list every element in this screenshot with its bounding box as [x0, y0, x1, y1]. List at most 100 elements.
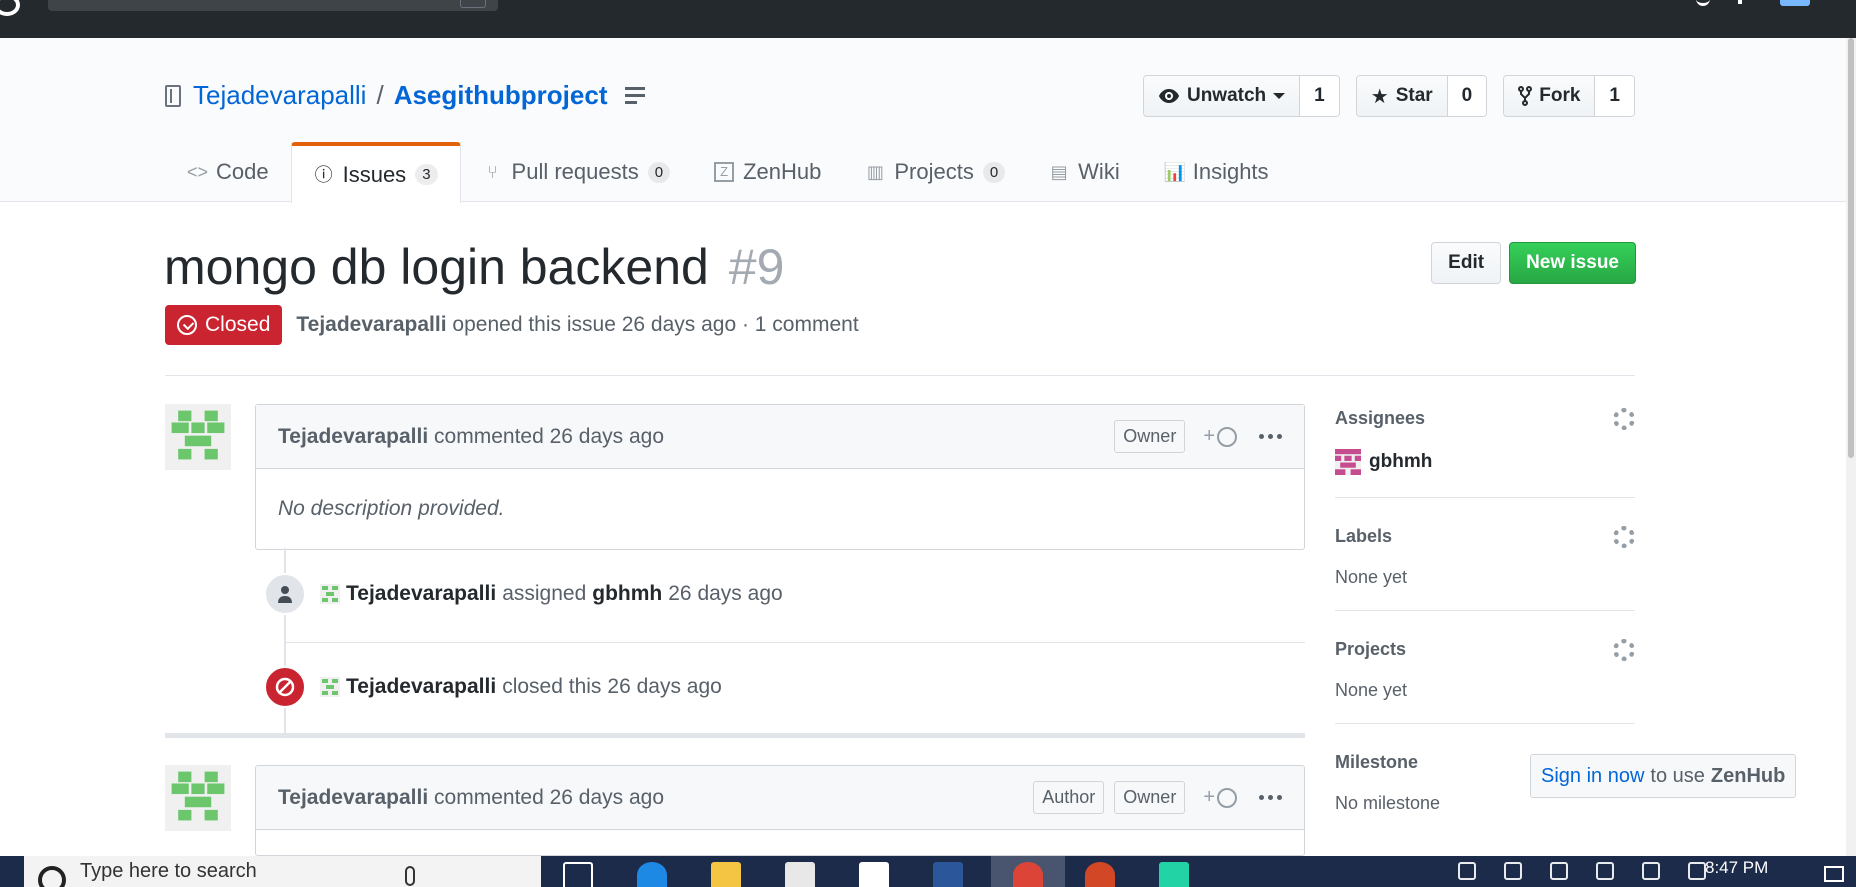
tab-wiki[interactable]: ▤ Wiki	[1027, 142, 1142, 202]
gear-icon[interactable]	[1613, 408, 1635, 430]
comment-header: Tejadevarapalli commented 26 days ago Au…	[256, 766, 1304, 830]
word-icon[interactable]	[933, 862, 963, 887]
issue-header-actions: Edit New issue	[1431, 242, 1636, 284]
circle-slash-icon	[264, 666, 306, 708]
unwatch-button[interactable]: Unwatch	[1143, 76, 1301, 116]
tab-pull-requests[interactable]: ⑂ Pull requests 0	[461, 142, 693, 202]
event-actor-link[interactable]: Tejadevarapalli	[346, 582, 496, 606]
gear-icon[interactable]	[1613, 639, 1635, 661]
mail-icon[interactable]	[859, 862, 889, 887]
issue-author-link[interactable]: Tejadevarapalli	[296, 313, 446, 336]
taskbar-clock[interactable]: 8:47 PM	[1705, 858, 1768, 878]
smiley-icon	[1217, 426, 1237, 447]
tab-projects[interactable]: ▥ Projects 0	[843, 142, 1027, 202]
event-divider	[286, 642, 1305, 643]
taskbar-search-box[interactable]: Type here to search	[24, 856, 541, 887]
labels-value: None yet	[1335, 567, 1408, 587]
event-time[interactable]: 26 days ago	[607, 675, 721, 699]
add-reaction-button[interactable]: +	[1203, 786, 1237, 809]
repo-owner-link[interactable]: Tejadevarapalli	[193, 80, 366, 111]
avatar[interactable]	[165, 765, 231, 831]
site-search-input[interactable]	[48, 0, 498, 11]
microphone-icon[interactable]	[405, 866, 415, 886]
forks-count[interactable]: 1	[1595, 76, 1634, 116]
sidebar-assignees-title: Assignees	[1335, 408, 1426, 428]
repo-separator: /	[376, 80, 384, 110]
event-verb: assigned	[502, 582, 587, 605]
eye-icon	[1158, 89, 1179, 103]
sidebar-labels-title: Labels	[1335, 526, 1393, 546]
action-center-icon[interactable]	[1824, 866, 1844, 882]
avatar[interactable]	[320, 677, 340, 697]
avatar	[1335, 449, 1361, 475]
webstorm-icon[interactable]	[1159, 862, 1189, 887]
fork-label: Fork	[1539, 85, 1581, 106]
code-icon: <>	[187, 162, 209, 182]
header-divider	[165, 375, 1635, 376]
sidebar-projects: Projects None yet	[1335, 639, 1635, 724]
watchers-count[interactable]: 1	[1300, 76, 1339, 116]
new-issue-button[interactable]: New issue	[1509, 242, 1636, 284]
add-reaction-button[interactable]: +	[1203, 425, 1237, 448]
identicon-avatar	[165, 404, 231, 470]
wifi-icon[interactable]	[1596, 862, 1614, 880]
zenhub-menu-icon[interactable]	[625, 87, 646, 104]
tab-code-label: Code	[216, 159, 269, 184]
repo-name-link[interactable]: Asegithubproject	[394, 80, 608, 111]
event-assignee-link[interactable]: gbhmh	[592, 582, 662, 606]
gear-icon[interactable]	[1613, 526, 1635, 548]
event-time[interactable]: 26 days ago	[668, 582, 782, 606]
fork-button[interactable]: Fork	[1504, 76, 1596, 116]
comment-author-link[interactable]: Tejadevarapalli	[278, 786, 428, 810]
new-menu-icon[interactable]	[1738, 0, 1742, 4]
state-badge: Closed	[165, 305, 283, 345]
file-explorer-icon[interactable]	[711, 862, 741, 887]
chrome-icon[interactable]	[1013, 862, 1043, 887]
stargazers-count[interactable]: 0	[1447, 76, 1487, 116]
timeline-thick-divider	[165, 733, 1305, 738]
tab-issues[interactable]: ⓘ Issues 3	[290, 142, 461, 203]
scrollbar-thumb[interactable]	[1848, 38, 1854, 458]
task-view-icon[interactable]	[563, 862, 593, 887]
issue-opened-text: opened this issue 26 days ago · 1 commen…	[452, 313, 859, 336]
site-header	[0, 0, 1856, 38]
battery-icon[interactable]	[1550, 862, 1568, 880]
vertical-scrollbar[interactable]	[1846, 38, 1856, 856]
github-logo-icon[interactable]	[0, 0, 20, 16]
kebab-horizontal-icon[interactable]	[1259, 795, 1282, 800]
volume-icon[interactable]	[1642, 862, 1660, 880]
issue-number: #9	[728, 239, 785, 295]
user-avatar[interactable]	[1780, 0, 1810, 6]
star-label: Star	[1395, 85, 1433, 106]
comment-timestamp[interactable]: commented 26 days ago	[434, 786, 664, 810]
timeline-event-assigned: Tejadevarapalli assigned gbhmh 26 days a…	[264, 573, 789, 615]
owner-badge: Owner	[1114, 781, 1186, 814]
zenhub-signin-link[interactable]: Sign in now	[1541, 765, 1644, 788]
avatar[interactable]	[165, 404, 231, 470]
tab-insights[interactable]: 📊 Insights	[1142, 142, 1291, 202]
store-icon[interactable]	[785, 862, 815, 887]
chevron-down-icon	[1273, 93, 1286, 99]
projects-value: None yet	[1335, 680, 1408, 700]
kebab-horizontal-icon[interactable]	[1259, 434, 1282, 439]
powerpoint-icon[interactable]	[1085, 862, 1115, 887]
tab-pull-requests-label: Pull requests	[511, 159, 639, 184]
notifications-icon[interactable]	[1696, 0, 1710, 6]
zenhub-brand: ZenHub	[1710, 764, 1786, 787]
slash-key-icon	[460, 0, 486, 8]
comment-timestamp[interactable]: commented 26 days ago	[434, 425, 664, 449]
chevron-up-icon[interactable]	[1504, 862, 1522, 880]
comment: Tejadevarapalli commented 26 days ago Au…	[255, 765, 1305, 856]
people-icon[interactable]	[1458, 862, 1476, 880]
avatar[interactable]	[320, 584, 340, 604]
assignee-link[interactable]: gbhmh	[1335, 449, 1635, 475]
tab-code[interactable]: <> Code	[165, 142, 291, 202]
edit-button[interactable]: Edit	[1431, 242, 1502, 284]
event-actor-link[interactable]: Tejadevarapalli	[346, 675, 496, 699]
zenhub-icon: Z	[714, 162, 735, 182]
star-button[interactable]: ★ Star	[1356, 76, 1448, 116]
edge-icon[interactable]	[637, 862, 667, 887]
tab-zenhub[interactable]: Z ZenHub	[692, 142, 843, 202]
pen-icon[interactable]	[1688, 862, 1706, 880]
comment-author-link[interactable]: Tejadevarapalli	[278, 425, 428, 449]
